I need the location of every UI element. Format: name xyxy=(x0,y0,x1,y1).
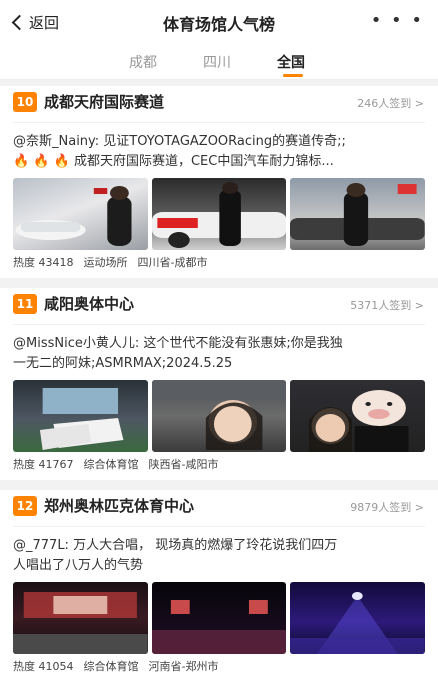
tab-chengdu[interactable]: 成都 xyxy=(129,52,157,72)
tab-national[interactable]: 全国 xyxy=(277,52,305,72)
more-menu-button[interactable]: • • • xyxy=(371,10,424,31)
venue-card[interactable]: 12 郑州奥林匹克体育中心 9879人签到 > @_777L: 万人大合唱， 现… xyxy=(0,490,438,675)
heat-score: 热度 41767 xyxy=(13,458,74,471)
venue-category: 运动场所 xyxy=(83,256,128,269)
post-line: 一无二的阿妹;ASMRMAX;2024.5.25 xyxy=(13,356,233,371)
photo-thumbnail[interactable] xyxy=(151,380,287,452)
divider xyxy=(13,526,425,527)
photo-thumbnail[interactable] xyxy=(13,178,148,250)
venue-meta: 热度 41054 综合体育馆 河南省-郑州市 xyxy=(13,658,218,674)
photo-thumbnail[interactable] xyxy=(290,178,426,250)
venue-location: 四川省-成都市 xyxy=(137,256,208,269)
venue-name[interactable]: 郑州奥林匹克体育中心 xyxy=(44,495,194,516)
photo-thumbnail[interactable] xyxy=(290,582,426,654)
post-line: @MissNice小黄人儿: 这个世代不能没有张惠妹;你是我独 xyxy=(13,336,343,351)
venue-category: 综合体育馆 xyxy=(83,458,139,471)
venue-card[interactable]: 11 咸阳奥体中心 5371人签到 > @MissNice小黄人儿: 这个世代不… xyxy=(0,288,438,480)
photo-thumbnail[interactable] xyxy=(151,178,287,250)
photo-strip xyxy=(13,582,426,654)
active-tab-indicator xyxy=(283,74,303,77)
venue-location: 陕西省-咸阳市 xyxy=(148,458,219,471)
heat-score: 热度 41054 xyxy=(13,660,74,673)
photo-thumbnail[interactable] xyxy=(13,380,148,452)
checkin-count[interactable]: 246人签到 > xyxy=(357,95,424,111)
venue-name[interactable]: 咸阳奥体中心 xyxy=(44,293,134,314)
photo-thumbnail[interactable] xyxy=(290,380,426,452)
photo-strip xyxy=(13,178,426,250)
post-line: @_777L: 万人大合唱， 现场真的燃爆了玲花说我们四万 xyxy=(13,538,338,553)
featured-post[interactable]: @_777L: 万人大合唱， 现场真的燃爆了玲花说我们四万 人唱出了八万人的气势 xyxy=(13,536,428,576)
divider xyxy=(13,122,425,123)
venue-name[interactable]: 成都天府国际赛道 xyxy=(44,91,164,112)
venue-location: 河南省-郑州市 xyxy=(148,660,219,673)
divider xyxy=(13,324,425,325)
fire-icon: 🔥 xyxy=(13,154,30,169)
checkin-count[interactable]: 9879人签到 > xyxy=(350,499,424,515)
venue-meta: 热度 43418 运动场所 四川省-成都市 xyxy=(13,254,207,270)
heat-score: 热度 43418 xyxy=(13,256,74,269)
photo-thumbnail[interactable] xyxy=(13,582,148,654)
rank-badge: 10 xyxy=(13,92,37,112)
venue-category: 综合体育馆 xyxy=(83,660,139,673)
fire-icon: 🔥 xyxy=(33,154,50,169)
tab-sichuan[interactable]: 四川 xyxy=(203,52,231,72)
fire-icon: 🔥 xyxy=(53,154,70,169)
checkin-count[interactable]: 5371人签到 > xyxy=(350,297,424,313)
rank-badge: 12 xyxy=(13,496,37,516)
photo-strip xyxy=(13,380,426,452)
top-bar: 返回 体育场馆人气榜 • • • xyxy=(0,0,438,44)
venue-card[interactable]: 10 成都天府国际赛道 246人签到 > @奈斯_Nainy: 见证TOYOTA… xyxy=(0,86,438,278)
featured-post[interactable]: @MissNice小黄人儿: 这个世代不能没有张惠妹;你是我独 一无二的阿妹;A… xyxy=(13,334,428,374)
post-line: 人唱出了八万人的气势 xyxy=(13,558,144,573)
rank-badge: 11 xyxy=(13,294,37,314)
venue-meta: 热度 41767 综合体育馆 陕西省-咸阳市 xyxy=(13,456,218,472)
post-line: @奈斯_Nainy: 见证TOYOTAGAZOORacing的赛道传奇;; xyxy=(13,134,346,149)
featured-post[interactable]: @奈斯_Nainy: 见证TOYOTAGAZOORacing的赛道传奇;; 🔥 … xyxy=(13,132,428,172)
region-tabs: 成都 四川 全国 xyxy=(0,44,438,80)
post-line: 成都天府国际赛道，CEC中国汽车耐力锦标... xyxy=(73,154,334,169)
photo-thumbnail[interactable] xyxy=(151,582,287,654)
